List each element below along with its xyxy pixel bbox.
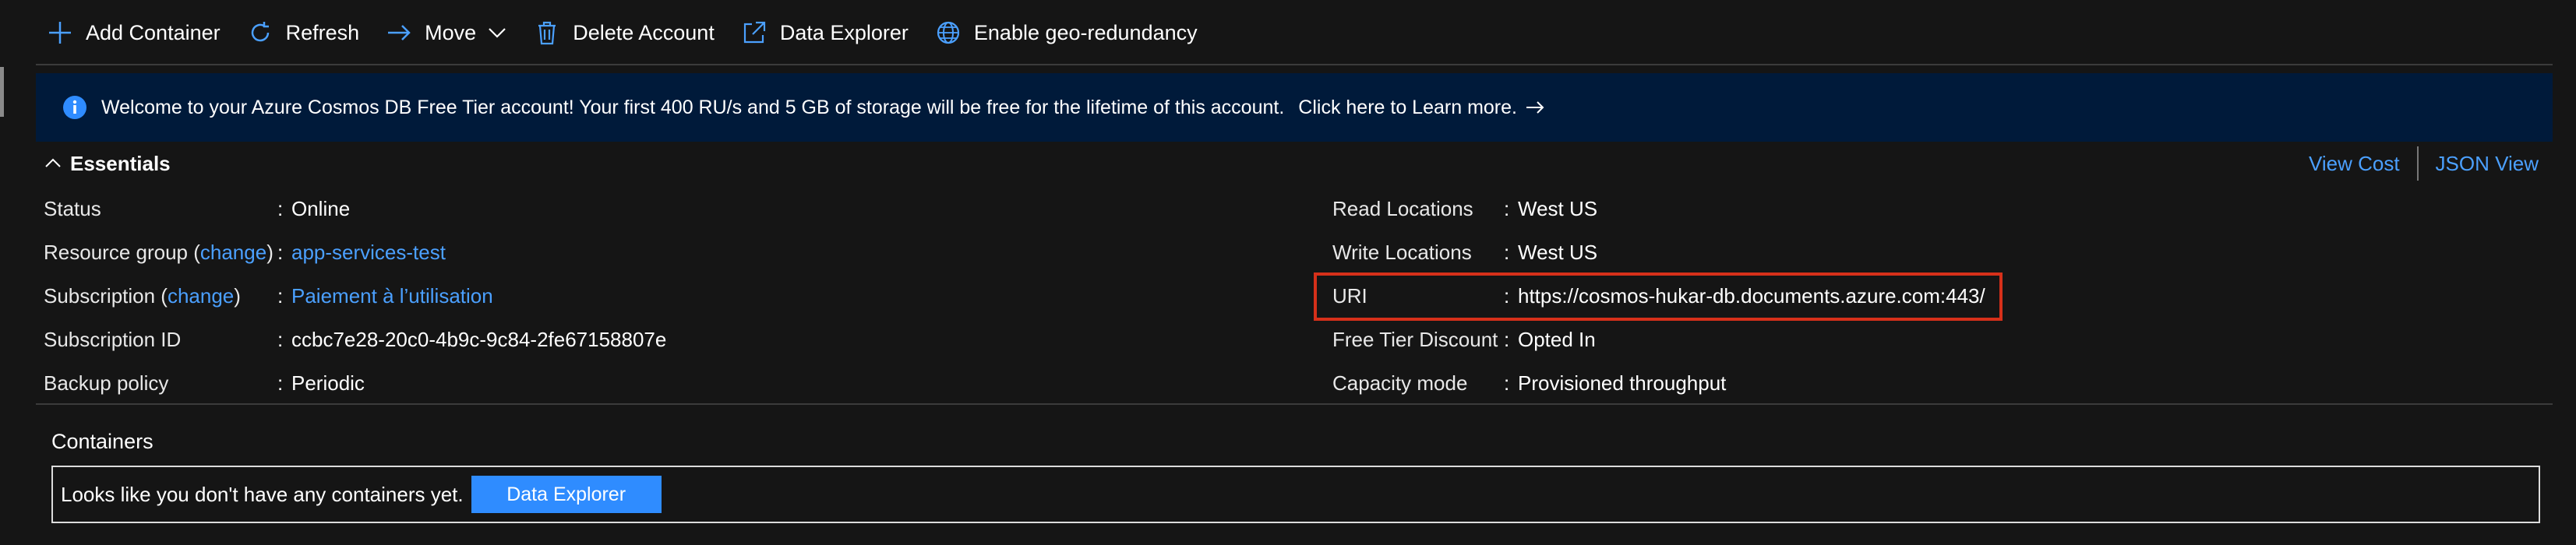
free-tier-discount-value: Opted In [1518,327,1596,351]
chevron-up-icon [44,154,62,173]
read-locations-label: Read Locations [1332,196,1473,220]
external-link-icon [741,19,768,46]
sidebar-selection-marker [0,67,4,117]
colon: : [1504,196,1510,220]
info-icon [62,95,87,120]
trash-icon [534,19,560,46]
write-locations-value: West US [1518,240,1598,264]
data-explorer-toolbar-button[interactable]: Data Explorer [741,9,909,56]
toolbar-divider [36,64,2553,65]
plus-icon [47,19,73,46]
delete-account-button[interactable]: Delete Account [534,9,715,56]
enable-geo-redundancy-label: Enable geo-redundancy [973,20,1198,44]
capacity-mode-value: Provisioned throughput [1518,371,1727,395]
view-cost-link[interactable]: View Cost [2309,152,2400,176]
add-container-label: Add Container [86,20,221,44]
learn-more-link[interactable]: Click here to Learn more. [1298,97,1517,119]
property-free-tier-discount: Free Tier Discount : Opted In [0,322,2493,357]
json-view-link[interactable]: JSON View [2436,152,2539,176]
refresh-icon [247,19,273,46]
add-container-button[interactable]: Add Container [47,9,221,56]
delete-account-label: Delete Account [573,20,715,44]
move-label: Move [425,20,477,44]
globe-icon [935,19,962,46]
uri-highlight-box [1314,272,2003,321]
property-read-locations: Read Locations : West US [0,192,2493,226]
arrow-right-icon [386,19,412,46]
colon: : [1504,371,1510,395]
containers-title: Containers [51,430,154,453]
read-locations-value: West US [1518,196,1598,220]
enable-geo-redundancy-button[interactable]: Enable geo-redundancy [935,9,1198,56]
containers-empty-message: Looks like you don't have any containers… [61,482,464,506]
essentials-divider [36,403,2553,405]
banner-message: Welcome to your Azure Cosmos DB Free Tie… [101,96,1285,118]
move-button[interactable]: Move [386,9,507,56]
free-tier-banner: Welcome to your Azure Cosmos DB Free Tie… [36,73,2553,142]
free-tier-discount-label: Free Tier Discount [1332,327,1498,351]
link-separator [2416,146,2419,181]
colon: : [1504,240,1510,264]
colon: : [1504,327,1510,351]
essentials-title: Essentials [70,151,171,175]
property-write-locations: Write Locations : West US [0,235,2493,269]
essentials-links: View Cost JSON View [2309,146,2539,181]
refresh-button[interactable]: Refresh [247,9,360,56]
property-capacity-mode: Capacity mode : Provisioned throughput [0,366,2493,400]
containers-empty-state: Looks like you don't have any containers… [51,466,2540,523]
refresh-label: Refresh [285,20,360,44]
arrow-right-icon [1525,99,1545,116]
command-bar: Add Container Refresh Move Delete Accoun… [0,0,2576,65]
write-locations-label: Write Locations [1332,240,1472,264]
data-explorer-label: Data Explorer [779,20,909,44]
essentials-toggle[interactable]: Essentials [44,148,171,179]
chevron-down-icon [487,23,507,43]
property-uri: URI : https://cosmos-hukar-db.documents.… [0,279,2493,313]
data-explorer-button[interactable]: Data Explorer [471,476,662,513]
capacity-mode-label: Capacity mode [1332,371,1468,395]
